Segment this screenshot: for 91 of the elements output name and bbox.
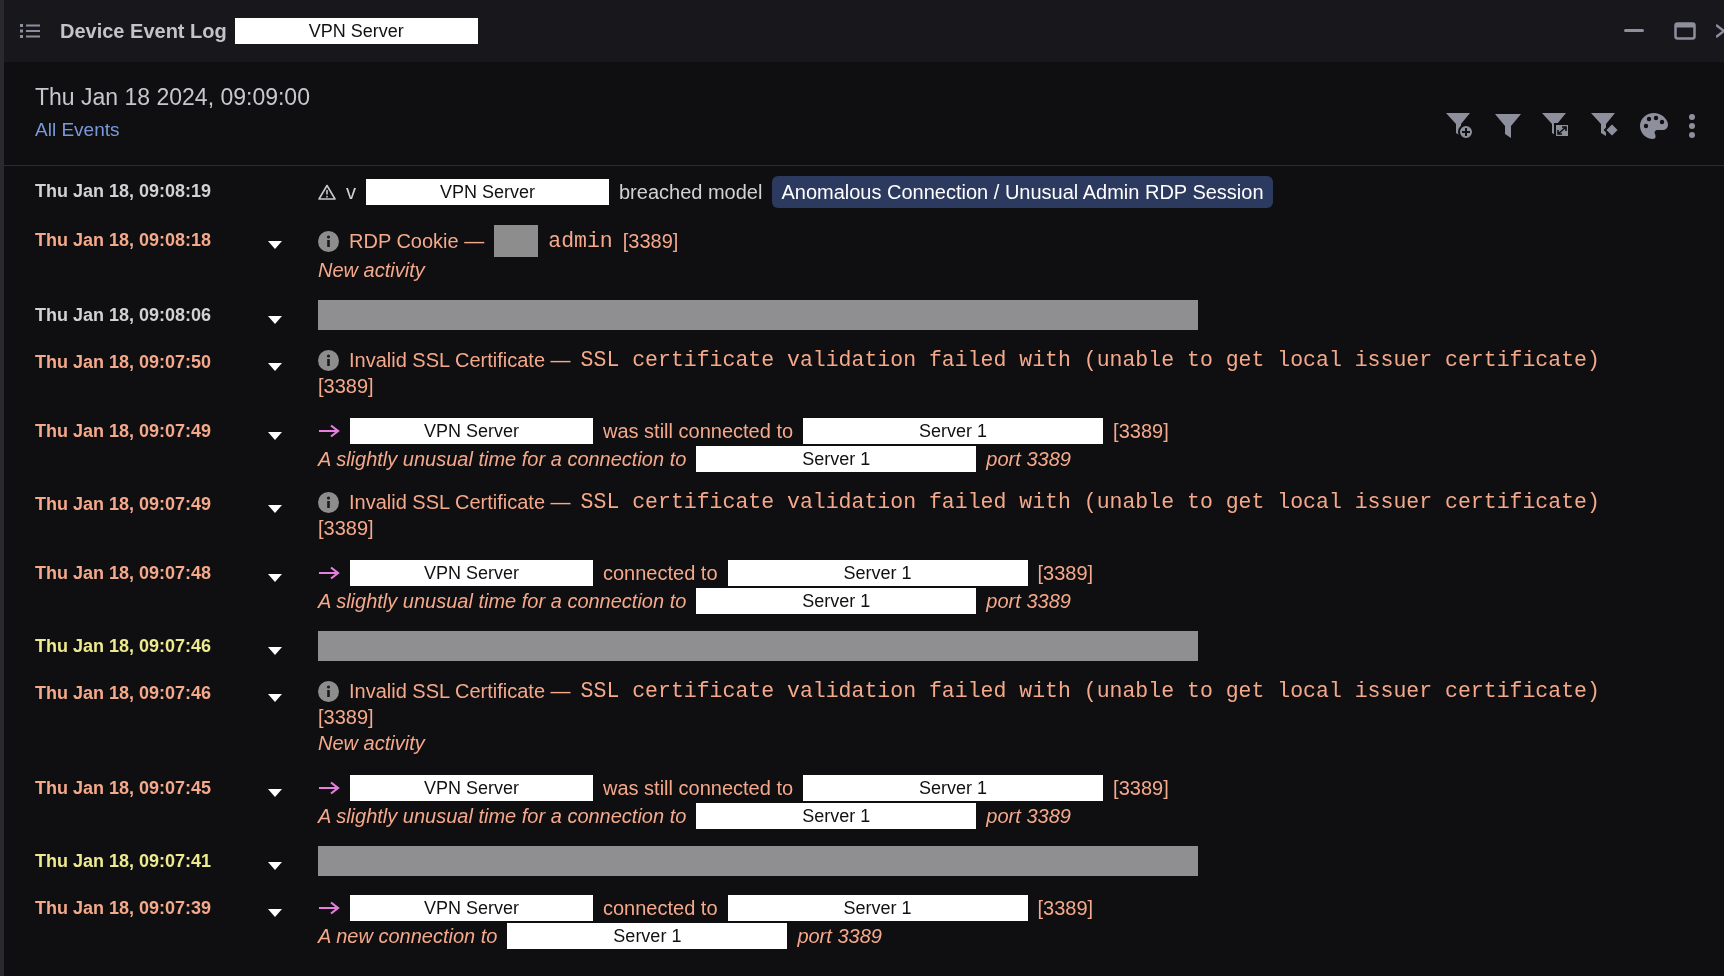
all-events-link[interactable]: All Events — [35, 119, 310, 141]
event-text: A slightly unusual time for a connection to — [318, 447, 687, 472]
event-text: [3389] — [318, 516, 374, 541]
hostname-label: VPN Server — [350, 775, 593, 801]
event-text: connected to — [603, 561, 718, 586]
event-text: New activity — [318, 731, 425, 756]
event-text: v — [346, 180, 356, 205]
event-time: Thu Jan 18, 09:07:49 — [34, 420, 213, 443]
event-detail: SSL certificate validation failed with (unable to get local issuer certificate) — [580, 489, 1600, 515]
event-text: Invalid SSL Certificate — — [349, 490, 571, 515]
caret-icon[interactable] — [268, 505, 282, 513]
event-time: Thu Jan 18, 09:07:48 — [34, 562, 213, 585]
hostname-label: VPN Server — [366, 179, 609, 205]
event-text: port 3389 — [986, 589, 1071, 614]
event-detail: SSL certificate validation failed with (unable to get local issuer certificate) — [580, 678, 1600, 704]
event-text: A slightly unusual time for a connection to — [318, 804, 687, 829]
info-icon — [318, 680, 339, 702]
event-text: A new connection to — [318, 924, 498, 949]
warning-icon — [318, 184, 336, 200]
more-icon[interactable] — [1688, 114, 1696, 138]
event-time: Thu Jan 18, 09:07:46 — [34, 682, 213, 705]
info-icon — [318, 349, 339, 371]
event-text: [3389] — [1113, 419, 1169, 444]
list-icon[interactable] — [20, 23, 40, 39]
date-heading: Thu Jan 18 2024, 09:09:00 — [35, 84, 310, 111]
event-text: port 3389 — [986, 447, 1071, 472]
event-detail: admin — [548, 228, 613, 254]
event-time: Thu Jan 18, 09:07:49 — [34, 493, 213, 516]
caret-icon[interactable] — [268, 647, 282, 655]
hostname-label: Server 1 — [803, 775, 1104, 801]
model-tag[interactable]: Anomalous Connection / Unusual Admin RDP Session — [772, 176, 1273, 208]
event-detail: SSL certificate validation failed with (unable to get local issuer certificate) — [580, 347, 1600, 373]
hostname-label: VPN Server — [350, 418, 593, 444]
filter-icon[interactable] — [1494, 113, 1522, 139]
redaction-block — [494, 225, 539, 257]
close-icon[interactable] — [1716, 24, 1724, 38]
hostname-label: Server 1 — [507, 923, 788, 949]
hostname-label: Server 1 — [696, 803, 977, 829]
event-time: Thu Jan 18, 09:08:18 — [34, 229, 213, 252]
event-time: Thu Jan 18, 09:07:45 — [34, 777, 213, 800]
event-text: port 3389 — [797, 924, 882, 949]
hostname-label: VPN Server — [350, 895, 593, 921]
minimize-icon[interactable] — [1624, 29, 1644, 33]
event-text: Invalid SSL Certificate — — [349, 679, 571, 704]
caret-icon[interactable] — [268, 574, 282, 582]
event-time: Thu Jan 18, 09:07:39 — [34, 897, 213, 920]
window-title: Device Event Log — [60, 19, 227, 43]
caret-icon[interactable] — [268, 694, 282, 702]
event-time: Thu Jan 18, 09:07:50 — [34, 351, 213, 374]
event-text: [3389] — [318, 374, 374, 399]
info-icon — [318, 230, 339, 252]
arrow-icon — [318, 566, 340, 580]
event-time: Thu Jan 18, 09:07:41 — [34, 850, 213, 873]
arrow-icon — [318, 901, 340, 915]
event-text: New activity — [318, 258, 425, 283]
event-text: [3389] — [1037, 561, 1094, 586]
event-text: connected to — [603, 896, 718, 921]
caret-icon[interactable] — [268, 241, 282, 249]
event-text: [3389] — [1037, 896, 1094, 921]
event-text: was still connected to — [603, 776, 794, 801]
caret-icon[interactable] — [268, 909, 282, 917]
event-text: breached model — [619, 180, 763, 205]
caret-icon[interactable] — [268, 432, 282, 440]
maximize-icon[interactable] — [1674, 22, 1696, 40]
event-text: [3389] — [622, 229, 679, 254]
caret-icon[interactable] — [268, 789, 282, 797]
hostname-label: Server 1 — [696, 588, 977, 614]
filter-add-icon[interactable] — [1445, 112, 1475, 140]
event-text: [3389] — [1113, 776, 1169, 801]
event-time: Thu Jan 18, 09:08:06 — [34, 304, 213, 327]
hostname-label: Server 1 — [727, 895, 1028, 921]
event-text: port 3389 — [986, 804, 1071, 829]
event-text: A slightly unusual time for a connection to — [318, 589, 687, 614]
info-icon — [318, 491, 339, 513]
event-text: was still connected to — [603, 419, 794, 444]
palette-icon[interactable] — [1639, 112, 1669, 140]
arrow-icon — [318, 424, 340, 438]
event-text: Invalid SSL Certificate — — [349, 348, 571, 373]
hostname-label: Server 1 — [803, 418, 1104, 444]
caret-icon[interactable] — [268, 363, 282, 371]
hostname-label: VPN Server — [234, 18, 478, 44]
hostname-label: VPN Server — [350, 560, 593, 586]
hostname-label: Server 1 — [727, 560, 1028, 586]
hostname-label: Server 1 — [696, 446, 977, 472]
event-time: Thu Jan 18, 09:08:19 — [34, 180, 213, 203]
event-text: RDP Cookie — — [349, 229, 485, 254]
event-time: Thu Jan 18, 09:07:46 — [34, 635, 213, 658]
caret-icon[interactable] — [268, 862, 282, 870]
caret-icon[interactable] — [268, 316, 282, 324]
event-text: [3389] — [318, 705, 374, 730]
arrow-icon — [318, 781, 340, 795]
